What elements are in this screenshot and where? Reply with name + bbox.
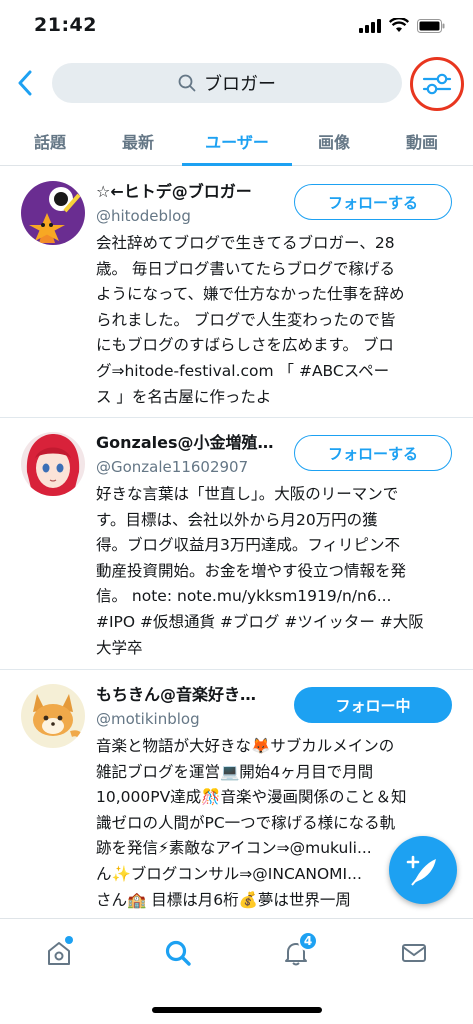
tab-videos[interactable]: 動画 bbox=[372, 116, 472, 166]
notification-count-badge: 4 bbox=[298, 931, 318, 951]
user-bio: 会社辞めてブログで生きてるブロガー、28 歳。 毎日ブログ書いてたらブログで稼げ… bbox=[96, 234, 405, 406]
nav-messages[interactable] bbox=[394, 933, 434, 973]
user-handle: @Gonzale11602907 bbox=[96, 458, 249, 476]
search-header: ブロガー bbox=[0, 54, 473, 114]
search-tabs: 話題 最新 ユーザー 画像 動画 bbox=[0, 116, 473, 166]
nav-notifications[interactable]: 4 bbox=[276, 931, 318, 973]
follow-button[interactable]: フォローする bbox=[294, 184, 452, 220]
status-icons bbox=[359, 18, 445, 33]
nav-explore[interactable] bbox=[158, 933, 198, 973]
feather-plus-icon bbox=[406, 855, 436, 886]
status-bar: 21:42 bbox=[0, 0, 473, 54]
avatar-image bbox=[21, 181, 85, 245]
bottom-nav: 4 bbox=[0, 918, 473, 1024]
home-indicator bbox=[152, 1007, 322, 1013]
back-button[interactable] bbox=[10, 66, 40, 100]
filter-button[interactable] bbox=[410, 57, 464, 111]
status-time: 21:42 bbox=[34, 14, 97, 36]
avatar-image bbox=[21, 684, 85, 748]
tab-users[interactable]: ユーザー bbox=[182, 116, 292, 166]
user-handle: @motikinblog bbox=[96, 710, 200, 728]
search-query: ブロガー bbox=[204, 74, 276, 95]
user-list-item[interactable]: ☆←ヒトデ@ブロガー @hitodeblog フォローする 会社辞めてブログで生… bbox=[0, 167, 473, 418]
avatar[interactable] bbox=[21, 181, 85, 245]
home-dot-badge bbox=[65, 936, 73, 944]
search-input[interactable]: ブロガー bbox=[52, 63, 402, 103]
user-name: もちきん@音楽好き… bbox=[96, 685, 257, 704]
user-bio: 好きな言葉は「世直し」。大阪のリーマンで す。目標は、会社以外から月20万円の獲… bbox=[96, 485, 424, 657]
wifi-icon bbox=[389, 18, 409, 32]
user-list-item[interactable]: Gonzales@小金増殖… @Gonzale11602907 フォローする 好… bbox=[0, 418, 473, 670]
avatar-image bbox=[21, 432, 85, 496]
envelope-icon bbox=[402, 944, 426, 962]
nav-home[interactable] bbox=[39, 933, 79, 973]
following-button[interactable]: フォロー中 bbox=[294, 687, 452, 723]
search-icon bbox=[165, 940, 191, 966]
signal-icon bbox=[359, 18, 381, 33]
follow-button[interactable]: フォローする bbox=[294, 435, 452, 471]
search-icon bbox=[178, 74, 196, 92]
user-name: ☆←ヒトデ@ブロガー bbox=[96, 182, 252, 201]
tab-photos[interactable]: 画像 bbox=[284, 116, 384, 166]
battery-icon bbox=[417, 18, 445, 33]
tab-top[interactable]: 話題 bbox=[0, 116, 100, 166]
chevron-left-icon bbox=[18, 70, 32, 96]
user-name: Gonzales@小金増殖… bbox=[96, 433, 274, 452]
avatar[interactable] bbox=[21, 432, 85, 496]
active-tab-indicator bbox=[182, 163, 292, 166]
sliders-icon bbox=[422, 73, 452, 95]
compose-tweet-button[interactable] bbox=[389, 836, 457, 904]
user-handle: @hitodeblog bbox=[96, 207, 191, 225]
tab-latest[interactable]: 最新 bbox=[88, 116, 188, 166]
avatar[interactable] bbox=[21, 684, 85, 748]
